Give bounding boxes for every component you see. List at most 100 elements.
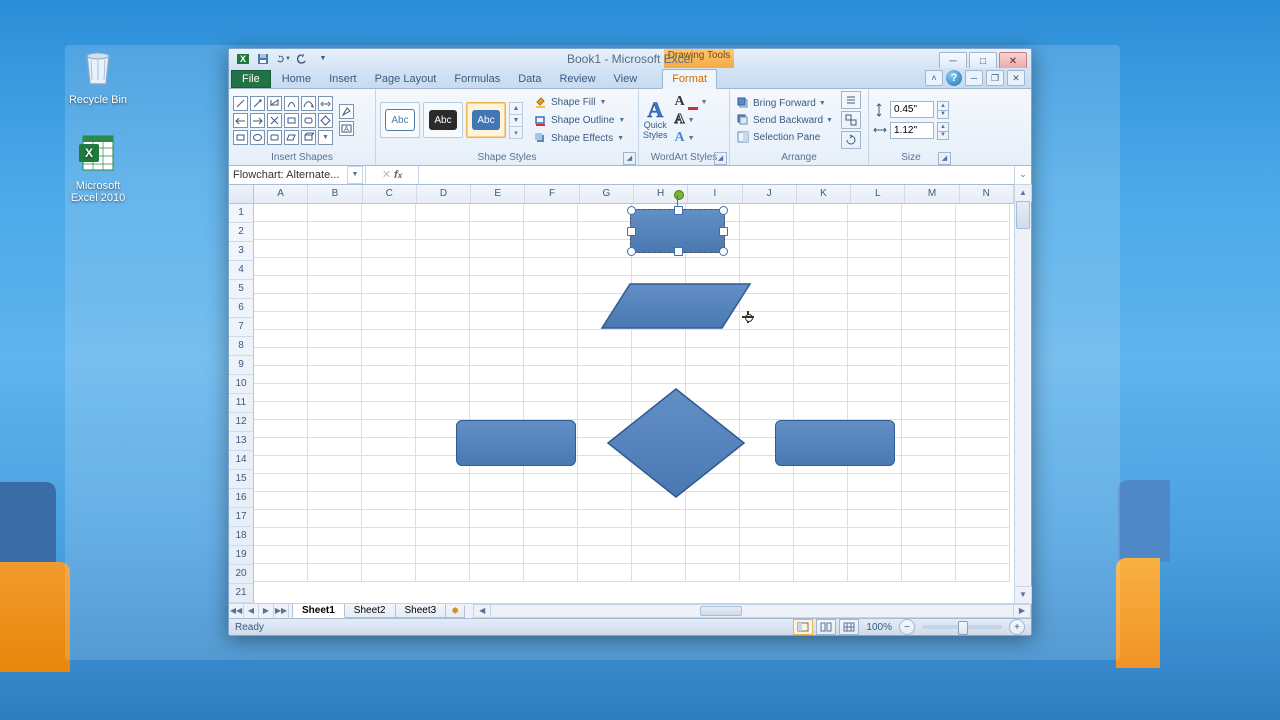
tab-data[interactable]: Data [509,70,550,88]
row-header[interactable]: 4 [229,261,253,280]
insert-function-icon[interactable]: fx [394,169,402,181]
shape-style-1[interactable]: Abc [380,102,420,138]
selection-pane-button[interactable]: Selection Pane [734,129,835,145]
row-header[interactable]: 8 [229,337,253,356]
shape-height-input[interactable]: 0.45" ▲▼ [873,101,949,118]
shape-alternate-process[interactable] [630,209,725,253]
column-header[interactable]: B [308,185,362,203]
sheet-tab-3[interactable]: Sheet3 [395,604,447,618]
excel-icon-small[interactable]: X [235,51,251,67]
save-icon[interactable] [255,51,271,67]
row-header[interactable]: 13 [229,432,253,451]
workbook-close-button[interactable]: ✕ [1007,70,1025,86]
row-header[interactable]: 1 [229,204,253,223]
zoom-level[interactable]: 100% [866,622,892,633]
recycle-bin-shortcut[interactable]: Recycle Bin [58,44,138,106]
sheet-nav-prev[interactable]: ◀ [244,604,259,618]
tab-format[interactable]: Format [662,69,717,89]
row-header[interactable]: 15 [229,470,253,489]
name-box-dropdown[interactable]: ▼ [347,166,363,184]
rotate-button[interactable] [841,131,861,149]
tab-formulas[interactable]: Formulas [445,70,509,88]
row-header[interactable]: 5 [229,280,253,299]
tab-home[interactable]: Home [273,70,320,88]
align-button[interactable] [841,91,861,109]
formula-bar-input[interactable] [419,166,1014,184]
wordart-launcher[interactable]: ◢ [714,152,727,165]
zoom-out-button[interactable]: − [899,619,915,635]
workbook-restore-button[interactable]: ❐ [986,70,1004,86]
column-header[interactable]: J [743,185,797,203]
text-fill-button[interactable]: A▼ [675,94,708,110]
edit-shape-button[interactable] [339,104,354,119]
row-header[interactable]: 11 [229,394,253,413]
text-outline-button[interactable]: A▼ [675,112,708,128]
row-header[interactable]: 12 [229,413,253,432]
group-button[interactable] [841,111,861,129]
row-header[interactable]: 3 [229,242,253,261]
select-all-corner[interactable] [229,185,253,204]
tab-view[interactable]: View [605,70,647,88]
row-header[interactable]: 16 [229,489,253,508]
column-header[interactable]: I [688,185,742,203]
sheet-nav-next[interactable]: ▶ [259,604,274,618]
view-page-break-button[interactable] [839,619,859,635]
shape-styles-launcher[interactable]: ◢ [623,152,636,165]
fx-label[interactable]: ✕fx [366,166,419,184]
row-header[interactable]: 10 [229,375,253,394]
row-header[interactable]: 14 [229,451,253,470]
column-header[interactable]: C [363,185,417,203]
column-header[interactable]: F [525,185,579,203]
tab-insert[interactable]: Insert [320,70,366,88]
shape-fill-button[interactable]: Shape Fill▼ [530,94,628,110]
row-header[interactable]: 19 [229,546,253,565]
sheet-nav-first[interactable]: ◀◀ [229,604,244,618]
zoom-in-button[interactable]: + [1009,619,1025,635]
row-header[interactable]: 6 [229,299,253,318]
excel-shortcut[interactable]: X Microsoft Excel 2010 [58,130,138,204]
qat-customize-icon[interactable]: ▼ [315,51,331,67]
row-header[interactable]: 20 [229,565,253,584]
horizontal-scrollbar[interactable]: ◀ ▶ [473,604,1031,618]
tab-review[interactable]: Review [550,70,604,88]
bring-forward-button[interactable]: Bring Forward▼ [734,95,835,111]
shape-decision[interactable] [606,387,746,499]
sheet-tab-1[interactable]: Sheet1 [292,604,345,618]
tab-page-layout[interactable]: Page Layout [366,70,446,88]
column-header[interactable]: G [580,185,634,203]
shape-gallery-grid[interactable]: ▼ [233,96,333,145]
row-header[interactable]: 17 [229,508,253,527]
view-normal-button[interactable] [793,619,813,635]
view-page-layout-button[interactable] [816,619,836,635]
shape-width-input[interactable]: 1.12" ▲▼ [873,122,949,139]
row-header[interactable]: 9 [229,356,253,375]
row-header[interactable]: 18 [229,527,253,546]
row-header[interactable]: 2 [229,223,253,242]
sheet-nav-last[interactable]: ▶▶ [274,604,289,618]
undo-icon[interactable]: ▼ [275,51,291,67]
titlebar[interactable]: X ▼ ▼ Drawing Tools Book1 - Microsoft Ex… [229,49,1031,68]
column-header[interactable]: L [851,185,905,203]
row-header[interactable]: 7 [229,318,253,337]
size-launcher[interactable]: ◢ [938,152,951,165]
quick-styles-button[interactable]: A Quick Styles [643,101,668,140]
column-header[interactable]: A [254,185,308,203]
redo-icon[interactable] [295,51,311,67]
name-box[interactable]: Flowchart: Alternate...▼ [229,166,366,184]
text-effects-button[interactable]: A▼ [675,130,708,146]
send-backward-button[interactable]: Send Backward▼ [734,112,835,128]
column-header[interactable]: D [417,185,471,203]
tab-file[interactable]: File [231,70,271,88]
column-header[interactable]: K [797,185,851,203]
shape-effects-button[interactable]: Shape Effects▼ [530,130,628,146]
shape-style-3[interactable]: Abc [466,102,506,138]
row-header[interactable]: 21 [229,584,253,603]
shape-style-2[interactable]: Abc [423,102,463,138]
help-icon[interactable]: ? [946,70,962,86]
expand-formula-bar[interactable]: ⌄ [1014,166,1031,184]
zoom-slider[interactable] [922,625,1002,629]
shape-process-right[interactable] [775,420,895,466]
shape-process-left[interactable] [456,420,576,466]
column-header[interactable]: E [471,185,525,203]
text-box-button[interactable]: A [339,121,354,136]
